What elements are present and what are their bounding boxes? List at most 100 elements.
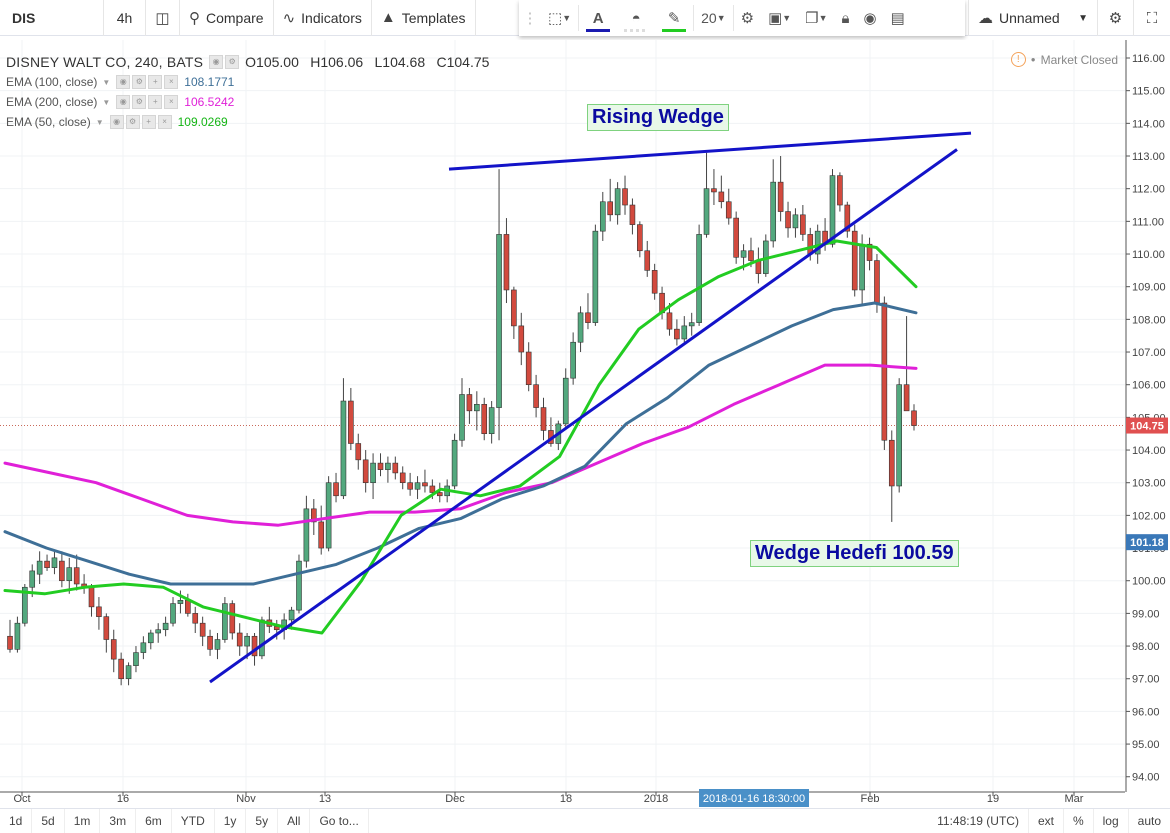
delete-button[interactable]: ▤	[884, 0, 912, 36]
candle-up	[177, 600, 184, 604]
drawing-properties-toolbar: ⋮ ⬚ ▼ A ◓ ✎ 20 ▼ ⚙ ▣ ▼ ❐ ▼ 🔒︎ ◉ ▤	[519, 0, 965, 36]
line-color-button[interactable]: ✎	[655, 0, 693, 36]
candle-up	[51, 557, 58, 568]
chevron-down-icon[interactable]: ▼	[102, 98, 110, 107]
plus-icon[interactable]: +	[148, 75, 163, 89]
text-color-button[interactable]: A	[579, 0, 617, 36]
plus-icon[interactable]: +	[148, 95, 163, 109]
compare-label: Compare	[206, 9, 264, 26]
hide-button[interactable]: ◉	[857, 0, 884, 36]
lock-button[interactable]: 🔒︎	[835, 0, 857, 36]
fill-color-button[interactable]: ◓	[617, 0, 655, 36]
candle-down	[73, 567, 80, 585]
gear-icon[interactable]: ⚙	[225, 55, 240, 69]
candle-up	[474, 404, 480, 412]
indicator-buttons[interactable]: ◉ ⚙ + ×	[109, 115, 172, 129]
range-3m[interactable]: 3m	[100, 808, 137, 833]
candle-down	[422, 482, 428, 487]
price-tick-label: 97.00	[1132, 674, 1160, 686]
candle-up	[681, 325, 688, 340]
drag-handle-icon[interactable]: ⋮	[519, 0, 541, 36]
candle-up	[696, 234, 702, 323]
candle-up	[740, 250, 747, 258]
interval-label: 4h	[116, 9, 133, 26]
clone-button[interactable]: ❐ ▼	[798, 0, 834, 36]
indicator-legend-row: EMA (50, close) ▼ ◉ ⚙ + × 109.0269	[6, 112, 497, 132]
font-size-select[interactable]: 20 ▼	[694, 0, 733, 36]
symbol-search[interactable]: DIS	[0, 0, 104, 36]
toggle-percent[interactable]: %	[1064, 808, 1094, 833]
range-1m[interactable]: 1m	[65, 808, 101, 833]
price-tick-label: 96.00	[1132, 706, 1160, 718]
eye-icon[interactable]: ◉	[116, 75, 131, 89]
time-display[interactable]: 11:48:19 (UTC)	[928, 808, 1029, 833]
eye-icon[interactable]: ◉	[116, 95, 131, 109]
eye-icon[interactable]: ◉	[109, 115, 124, 129]
chevron-down-icon[interactable]: ▼	[96, 118, 104, 127]
range-1d[interactable]: 1d	[0, 808, 33, 833]
compare-button[interactable]: ⚲ Compare	[180, 0, 274, 36]
templates-button[interactable]: ▲ Templates	[372, 0, 476, 36]
interval-button[interactable]: 4h	[104, 0, 146, 36]
indicators-button[interactable]: ∿ Indicators	[274, 0, 372, 36]
goto-button[interactable]: Go to...	[310, 808, 369, 833]
settings-button[interactable]: ⚙	[1098, 0, 1134, 36]
drawing-settings-button[interactable]: ⚙	[734, 0, 761, 36]
trash-icon: ▤	[890, 10, 905, 27]
chart-style-button[interactable]: ◫	[146, 0, 180, 36]
selection-button[interactable]: ⬚ ▼	[541, 0, 578, 36]
indicator-buttons[interactable]: ◉ ⚙ + ×	[116, 75, 179, 89]
chevron-down-icon[interactable]: ▼	[102, 78, 110, 87]
visual-order-button[interactable]: ▣ ▼	[761, 0, 798, 36]
eye-icon: ◉	[863, 10, 877, 27]
candle-down	[785, 211, 791, 229]
rising-wedge-annotation[interactable]: Rising Wedge	[587, 104, 729, 131]
price-chart[interactable]: 116.00 115.00 114.00 113.00 112.00 111.00 110.…	[0, 37, 1170, 808]
crosshair-time-label: 2018-01-16 18:30:00	[703, 793, 805, 805]
wedge-target-annotation[interactable]: Wedge Hedefi 100.59	[750, 540, 959, 567]
pencil-icon: ✎	[667, 10, 681, 27]
candle-down	[651, 270, 658, 294]
range-1y[interactable]: 1y	[215, 808, 247, 833]
close-icon[interactable]: ×	[164, 95, 179, 109]
gear-icon[interactable]: ⚙	[132, 95, 147, 109]
toggle-log[interactable]: log	[1094, 808, 1129, 833]
range-5y[interactable]: 5y	[246, 808, 279, 833]
indicator-buttons[interactable]: ◉ ⚙ + ×	[116, 95, 179, 109]
candle-up	[147, 632, 154, 644]
candle-down	[540, 407, 547, 431]
candle-down	[192, 613, 199, 624]
fill-color-swatch	[624, 29, 649, 32]
candle-down	[503, 234, 510, 291]
toggle-ext[interactable]: ext	[1029, 808, 1064, 833]
gear-icon[interactable]: ⚙	[125, 115, 140, 129]
candle-up	[29, 570, 36, 588]
range-ytd[interactable]: YTD	[172, 808, 215, 833]
toggle-auto[interactable]: auto	[1129, 809, 1170, 833]
candle-down	[236, 632, 243, 647]
gear-icon: ⚙	[740, 10, 755, 27]
candle-up	[214, 639, 221, 650]
candle-up	[133, 652, 139, 666]
series-legend-buttons[interactable]: ◉ ⚙	[209, 55, 240, 69]
range-5d[interactable]: 5d	[32, 808, 65, 833]
gear-icon[interactable]: ⚙	[132, 75, 147, 89]
plus-icon[interactable]: +	[141, 115, 156, 129]
templates-label: Templates	[401, 9, 466, 26]
candle-down	[725, 201, 732, 219]
eye-icon[interactable]: ◉	[209, 55, 224, 69]
candle-up	[577, 312, 584, 343]
layout-menu-button[interactable]: ☁ Unnamed ▼	[968, 0, 1098, 36]
selection-icon: ⬚	[548, 10, 563, 27]
time-tick-label: Nov	[236, 793, 256, 805]
candle-down	[585, 312, 591, 323]
layout-name: Unnamed	[999, 10, 1060, 26]
range-all[interactable]: All	[278, 808, 311, 833]
price-tick-label: 102.00	[1132, 510, 1166, 522]
range-6m[interactable]: 6m	[136, 808, 172, 833]
fullscreen-button[interactable]: ⛶	[1134, 0, 1170, 36]
close-icon[interactable]: ×	[157, 115, 172, 129]
close-icon[interactable]: ×	[164, 75, 179, 89]
price-tick-label: 99.00	[1132, 608, 1160, 620]
candle-down	[911, 410, 917, 426]
